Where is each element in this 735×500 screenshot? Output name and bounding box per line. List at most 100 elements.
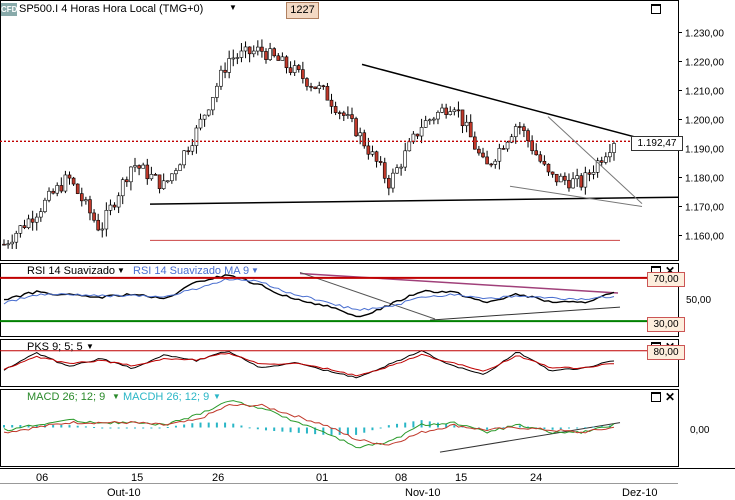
macd-histogram-bar [101, 427, 104, 429]
x-tick-01: 01 [316, 472, 329, 484]
candle [149, 174, 154, 180]
candle [243, 46, 248, 52]
y-tick-label: 1.230,00 [685, 29, 724, 40]
macd-histogram-bar [199, 422, 202, 428]
candle [448, 111, 453, 115]
channel-line-upper [547, 116, 643, 204]
candle [489, 163, 493, 166]
candle [477, 148, 481, 154]
x-tick-24: 24 [530, 472, 543, 484]
macd-histogram-bar [543, 427, 546, 430]
candle [161, 180, 166, 189]
maximize-price-panel-button[interactable] [651, 4, 661, 14]
candle [608, 152, 612, 158]
dropdown-arrow-icon[interactable]: ▼ [229, 3, 237, 12]
macd-line [3, 400, 615, 449]
candle [288, 67, 293, 73]
candle [427, 119, 432, 122]
macd-histogram-bar [142, 427, 145, 429]
candle [341, 112, 346, 116]
candle [452, 109, 457, 112]
candle [395, 167, 399, 174]
instrument-title[interactable]: SP500.I 4 Horas Hora Local (TMG+0) [19, 3, 203, 15]
macdh-dropdown-icon[interactable]: ▼ [213, 392, 221, 401]
candle [39, 211, 43, 218]
close-macd-panel-icon[interactable]: ✕ [665, 391, 675, 403]
candle [456, 109, 461, 112]
macd-histogram-bar [273, 427, 276, 431]
candle [329, 99, 334, 107]
candle [538, 154, 543, 162]
pks-panel-frame [0, 339, 679, 387]
rsi-dropdown-icon[interactable]: ▼ [117, 266, 125, 275]
candle [2, 243, 6, 246]
candle [55, 185, 60, 194]
candle [485, 156, 489, 165]
rsi-ma-dropdown-icon[interactable]: ▼ [251, 266, 259, 275]
candle [10, 241, 14, 245]
candle [239, 50, 244, 58]
macd-histogram-bar [232, 423, 235, 428]
candle [206, 109, 211, 116]
rsi-level-70: 70,00 [647, 272, 685, 287]
macd-histogram-bar [117, 427, 120, 429]
candle [190, 145, 195, 152]
rsi-ma-label[interactable]: RSI 14 Suavizado MA 9 [133, 265, 249, 277]
candle [497, 148, 502, 162]
candle [481, 152, 485, 158]
candle [493, 160, 498, 165]
macd-histogram-bar [551, 427, 554, 430]
macd-histogram-bar [174, 425, 177, 428]
pks-label[interactable]: PKS 9; 5; 5 [27, 341, 83, 353]
candle [104, 210, 109, 230]
candle [59, 185, 64, 192]
candle [513, 126, 518, 138]
macdh-label[interactable]: MACDH 26; 12; 9 [123, 391, 209, 403]
macd-histogram-bar [486, 427, 489, 430]
candle [84, 199, 88, 202]
candle [43, 199, 47, 212]
candle [501, 148, 506, 150]
candle [473, 136, 477, 150]
candle [284, 56, 289, 69]
candle [366, 145, 371, 155]
y-tick-label: 1.210,00 [685, 87, 724, 98]
macd-label[interactable]: MACD 26; 12; 9 [27, 391, 105, 403]
candle [526, 130, 530, 141]
candle [387, 178, 391, 189]
pks-dropdown-icon[interactable]: ▼ [86, 342, 94, 351]
macd-dropdown-icon[interactable]: ▼ [112, 392, 120, 401]
candle [436, 112, 440, 120]
macd-histogram-bar [412, 421, 415, 428]
candle [88, 199, 92, 214]
candle [370, 151, 375, 155]
candle [403, 150, 408, 168]
macd-histogram-bar [567, 427, 570, 429]
candle [399, 166, 403, 169]
candle [108, 204, 113, 211]
price-panel-frame [0, 0, 679, 261]
rsi-trendline-down [299, 271, 436, 320]
rsi-ma-line [3, 278, 615, 311]
channel-line-lower [509, 185, 643, 207]
pks-d-line [3, 352, 615, 377]
rsi-label[interactable]: RSI 14 Suavizado [27, 265, 115, 277]
candle [546, 163, 551, 173]
candle [587, 172, 592, 175]
candle [75, 183, 80, 194]
candle [71, 177, 76, 185]
candle [182, 150, 186, 166]
macd-histogram-bar [191, 423, 194, 428]
rsi-trendline-bottom [429, 306, 621, 321]
macd-histogram-bar [355, 427, 358, 435]
maximize-macd-panel-button[interactable] [651, 392, 661, 402]
candle [579, 175, 584, 188]
macd-histogram-bar [84, 426, 87, 428]
candle [153, 174, 158, 176]
candle [256, 46, 260, 52]
macd-histogram-bar [363, 427, 366, 433]
candle [186, 150, 191, 153]
candle [215, 85, 219, 98]
macd-histogram-bar [240, 425, 243, 428]
rsi-level-50: 50,00 [686, 295, 712, 306]
